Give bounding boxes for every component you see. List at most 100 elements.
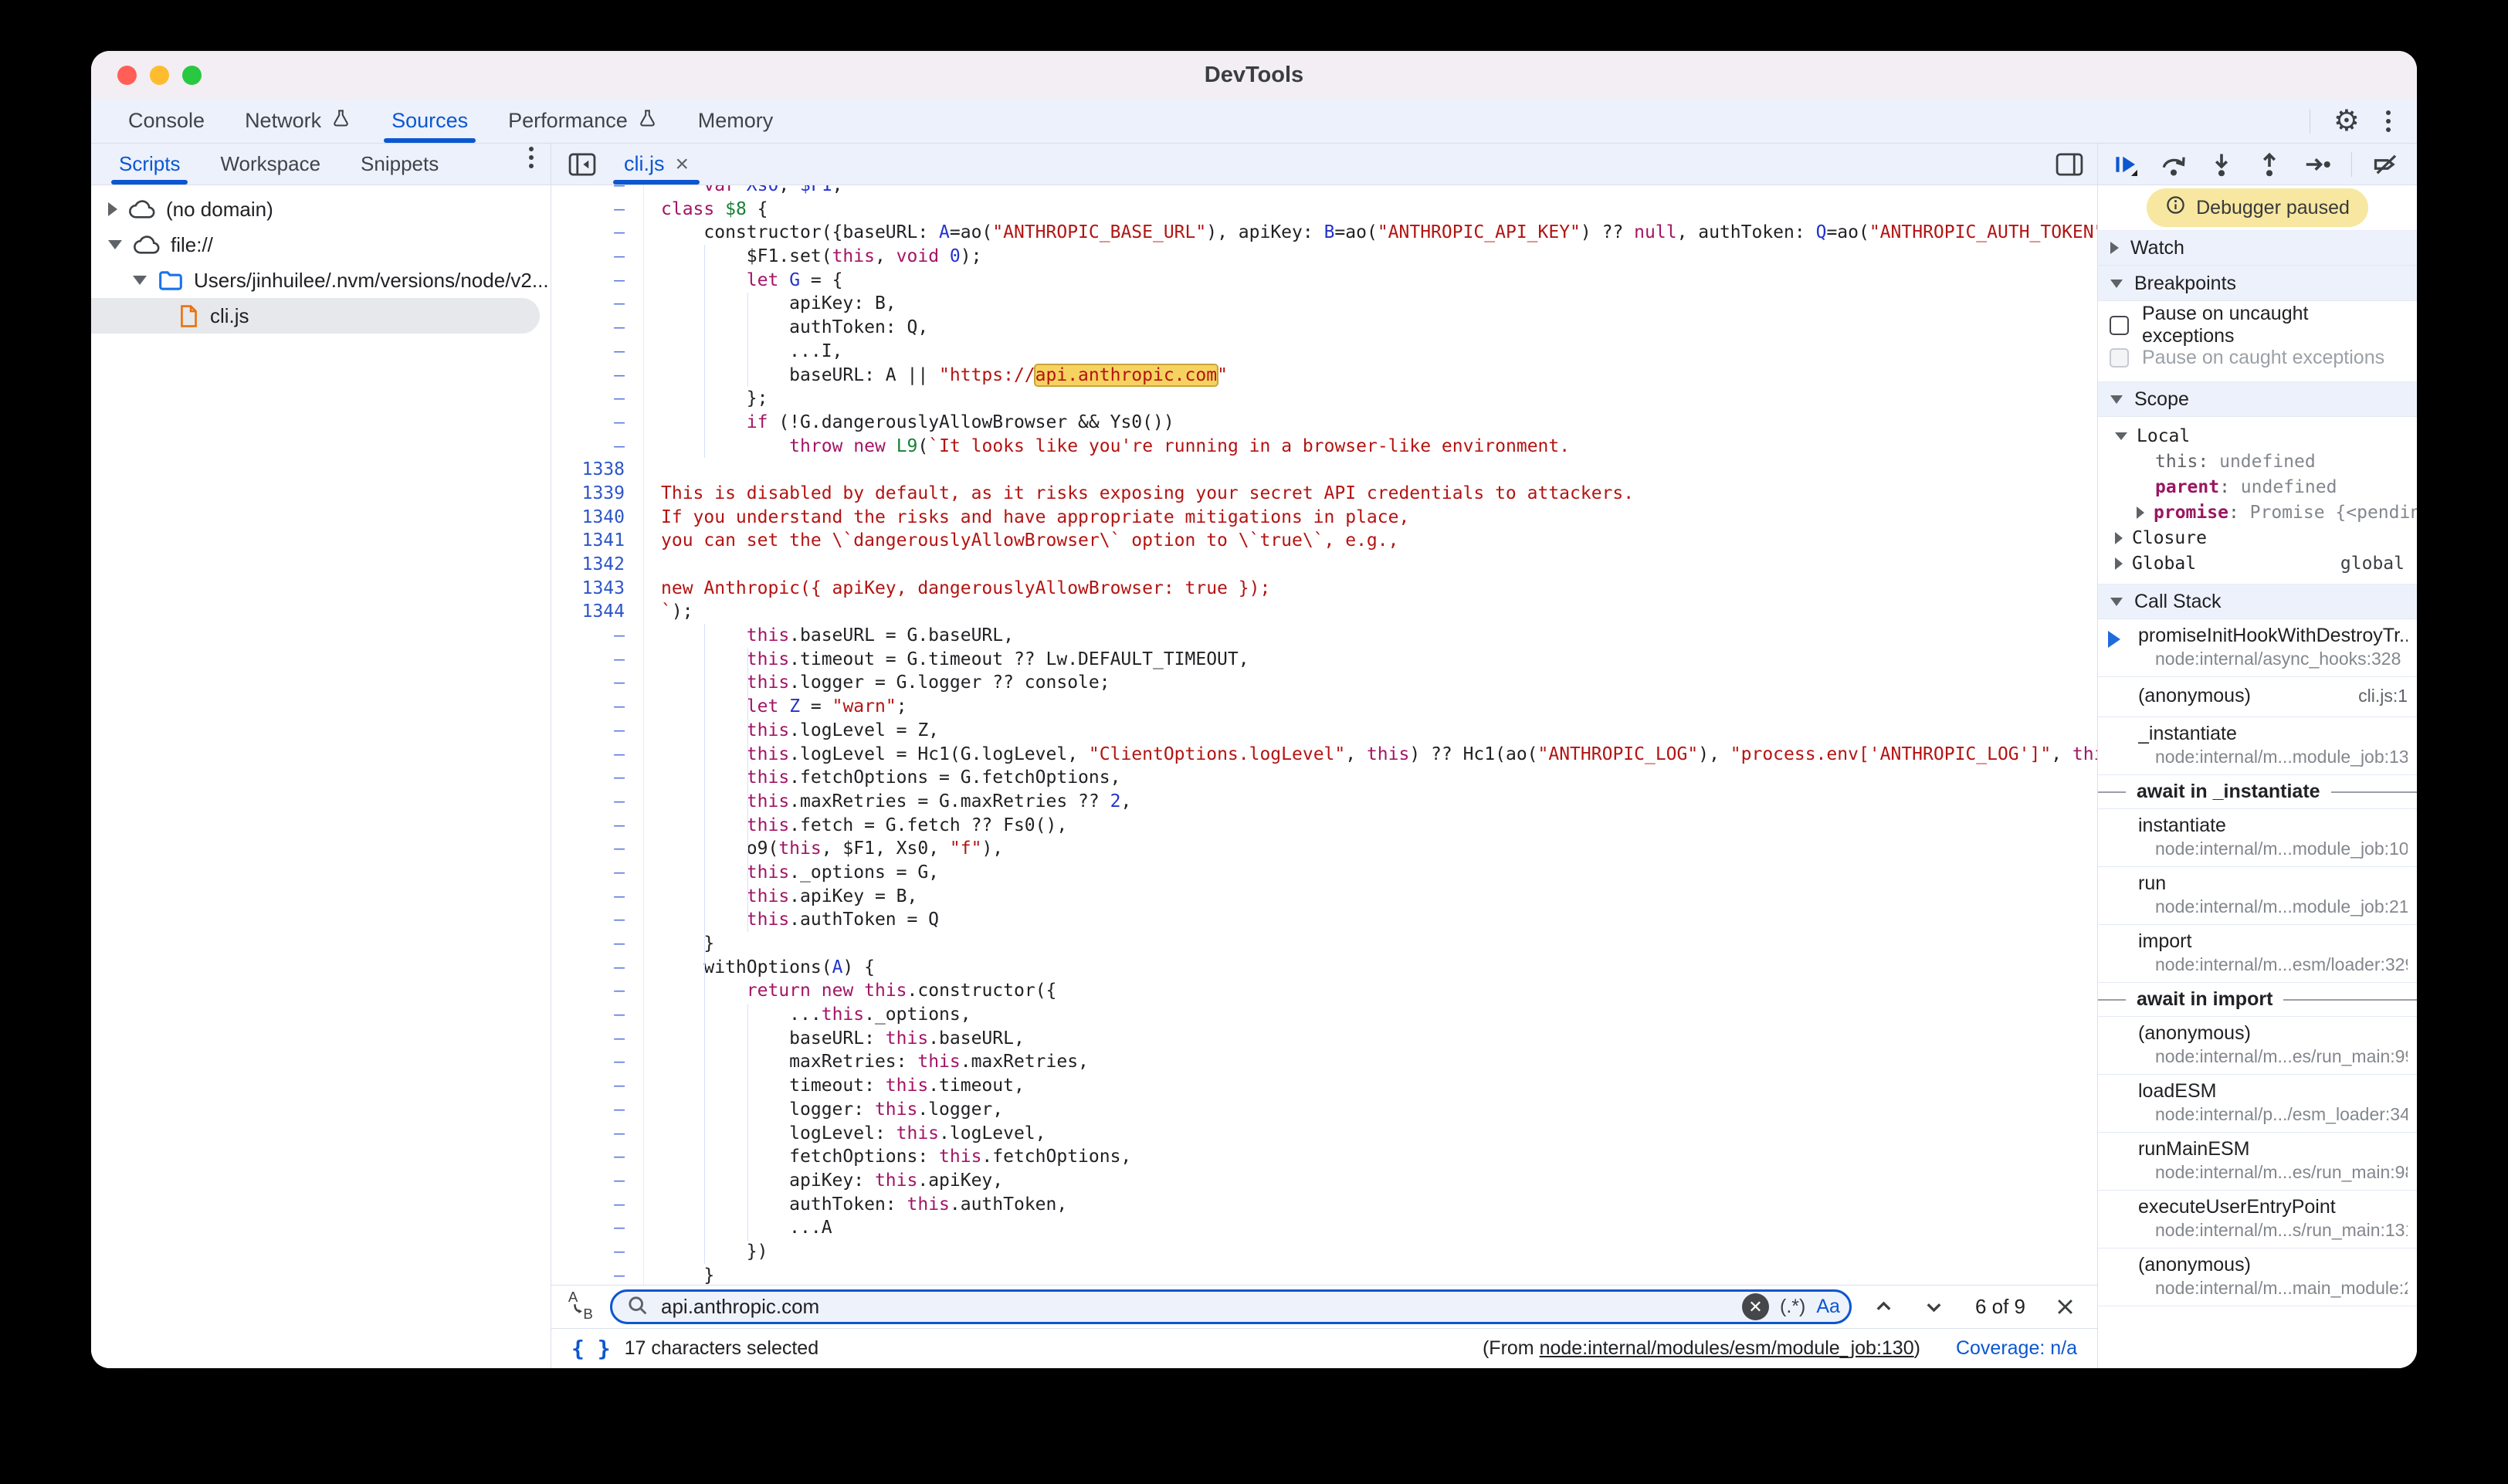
line-marker[interactable]: – — [551, 766, 644, 790]
line-marker[interactable]: – — [551, 790, 644, 814]
search-input[interactable] — [659, 1294, 1731, 1320]
line-marker[interactable]: – — [551, 245, 644, 269]
clear-search-icon[interactable]: ✕ — [1742, 1293, 1769, 1320]
breakpoint-option[interactable]: Pause on uncaught exceptions — [2098, 309, 2417, 341]
line-marker[interactable]: – — [551, 671, 644, 695]
caret-right-icon[interactable] — [2115, 557, 2123, 570]
scope-entry-this[interactable]: this: undefined — [2098, 449, 2417, 474]
coverage-link[interactable]: Coverage: n/a — [1956, 1337, 2077, 1360]
line-marker[interactable]: – — [551, 198, 644, 222]
call-stack-frame[interactable]: executeUserEntryPointnode:internal/m...s… — [2098, 1191, 2417, 1249]
line-marker[interactable]: – — [551, 1122, 644, 1146]
code-line[interactable]: – o9(this, $F1, Xs0, "f"), — [551, 837, 2097, 861]
line-marker[interactable]: – — [551, 979, 644, 1003]
line-marker[interactable]: – — [551, 695, 644, 719]
checkbox[interactable] — [2110, 316, 2129, 335]
editor-tab-clijs[interactable]: cli.js × — [607, 144, 706, 185]
line-marker[interactable]: – — [551, 1145, 644, 1169]
caret-down-icon[interactable] — [108, 240, 122, 249]
code-line[interactable]: – constructor({baseURL: A=ao("ANTHROPIC_… — [551, 221, 2097, 245]
line-marker[interactable]: – — [551, 1027, 644, 1051]
code-line[interactable]: – apiKey: this.apiKey, — [551, 1169, 2097, 1193]
code-line[interactable]: – this.fetch = G.fetch ?? Fs0(), — [551, 814, 2097, 838]
line-marker[interactable]: – — [551, 221, 644, 245]
line-marker[interactable]: – — [551, 364, 644, 388]
code-line[interactable]: – withOptions(A) { — [551, 956, 2097, 980]
call-stack-frame[interactable]: (anonymous)cli.js:1 — [2098, 677, 2417, 717]
tree-item-file-[interactable]: file:// — [91, 227, 551, 263]
code-line[interactable]: – } — [551, 1264, 2097, 1285]
code-line[interactable]: – }; — [551, 387, 2097, 411]
tab-console[interactable]: Console — [108, 99, 225, 143]
line-marker[interactable]: – — [551, 316, 644, 340]
line-marker[interactable]: – — [551, 269, 644, 293]
tree-item--no-domain-[interactable]: (no domain) — [91, 191, 551, 227]
call-stack-frame[interactable]: promiseInitHookWithDestroyTr...node:inte… — [2098, 619, 2417, 677]
more-options-icon[interactable] — [2383, 107, 2394, 135]
line-marker[interactable]: – — [551, 340, 644, 364]
code-line[interactable]: – this._options = G, — [551, 861, 2097, 885]
previous-match-icon[interactable] — [1866, 1292, 1902, 1322]
next-match-icon[interactable] — [1916, 1292, 1952, 1322]
code-line[interactable]: 1342 — [551, 553, 2097, 577]
line-marker[interactable]: – — [551, 956, 644, 980]
line-marker[interactable]: – — [551, 435, 644, 459]
code-line[interactable]: – apiKey: B, — [551, 292, 2097, 316]
code-line[interactable]: – this.fetchOptions = G.fetchOptions, — [551, 766, 2097, 790]
code-line[interactable]: 1339This is disabled by default, as it r… — [551, 482, 2097, 506]
line-marker[interactable]: – — [551, 648, 644, 672]
source-origin-link[interactable]: node:internal/modules/esm/module_job:130 — [1540, 1337, 1914, 1359]
line-marker[interactable]: – — [551, 387, 644, 411]
line-marker[interactable]: – — [551, 719, 644, 743]
hide-navigator-icon[interactable] — [565, 149, 599, 180]
sidebar-tab-scripts[interactable]: Scripts — [99, 144, 200, 185]
tab-sources[interactable]: Sources — [371, 99, 488, 143]
code-line[interactable]: – var Xs0, $F1; — [551, 185, 2097, 198]
code-line[interactable]: – authToken: Q, — [551, 316, 2097, 340]
line-marker[interactable]: – — [551, 292, 644, 316]
code-line[interactable]: – logger: this.logger, — [551, 1098, 2097, 1122]
caret-right-icon[interactable] — [108, 202, 117, 216]
watch-section-header[interactable]: Watch — [2098, 230, 2417, 266]
settings-gear-icon[interactable]: ⚙ — [2333, 107, 2360, 136]
line-marker[interactable]: – — [551, 932, 644, 956]
code-line[interactable]: 1340If you understand the risks and have… — [551, 506, 2097, 530]
code-line[interactable]: –class $8 { — [551, 198, 2097, 222]
line-marker[interactable]: – — [551, 1003, 644, 1027]
line-marker[interactable]: – — [551, 1264, 644, 1285]
line-number[interactable]: 1339 — [551, 482, 644, 506]
code-line[interactable]: 1343new Anthropic({ apiKey, dangerouslyA… — [551, 577, 2097, 601]
code-line[interactable]: – this.authToken = Q — [551, 908, 2097, 932]
line-marker[interactable]: – — [551, 185, 644, 198]
regex-toggle[interactable]: (.*) — [1780, 1296, 1805, 1318]
source-code[interactable]: – var Xs0, $F1;–class $8 {– constructor(… — [551, 185, 2097, 1285]
tab-performance[interactable]: Performance — [488, 99, 678, 143]
line-marker[interactable]: – — [551, 411, 644, 435]
step-over-icon[interactable] — [2160, 151, 2188, 178]
line-marker[interactable]: – — [551, 1193, 644, 1217]
code-line[interactable]: – authToken: this.authToken, — [551, 1193, 2097, 1217]
step-out-icon[interactable] — [2256, 151, 2283, 178]
tree-item-cli-js[interactable]: cli.js — [91, 298, 540, 334]
line-marker[interactable]: – — [551, 861, 644, 885]
tab-memory[interactable]: Memory — [678, 99, 794, 143]
caret-right-icon[interactable] — [2137, 507, 2144, 519]
code-line[interactable]: – let G = { — [551, 269, 2097, 293]
code-line[interactable]: – logLevel: this.logLevel, — [551, 1122, 2097, 1146]
scope-entry-promise[interactable]: promise: Promise {<pending>} — [2098, 500, 2417, 525]
code-line[interactable]: – this.apiKey = B, — [551, 885, 2097, 909]
sidebar-tab-snippets[interactable]: Snippets — [341, 144, 459, 185]
step-into-icon[interactable] — [2208, 151, 2235, 178]
tree-item-users-jinhuilee-nvm-versions-node-v2-[interactable]: Users/jinhuilee/.nvm/versions/node/v2... — [91, 263, 551, 298]
call-stack-frame[interactable]: importnode:internal/m...esm/loader:329 — [2098, 925, 2417, 983]
scope-group-local[interactable]: Local — [2098, 423, 2417, 449]
line-marker[interactable]: – — [551, 624, 644, 648]
code-line[interactable]: – this.logger = G.logger ?? console; — [551, 671, 2097, 695]
line-marker[interactable]: – — [551, 1050, 644, 1074]
code-line[interactable]: – maxRetries: this.maxRetries, — [551, 1050, 2097, 1074]
replace-toggle-icon[interactable]: AB — [567, 1289, 596, 1325]
scope-group-global[interactable]: Globalglobal — [2098, 551, 2417, 576]
sidebar-tab-workspace[interactable]: Workspace — [200, 144, 341, 185]
line-number[interactable]: 1340 — [551, 506, 644, 530]
line-marker[interactable]: – — [551, 1169, 644, 1193]
